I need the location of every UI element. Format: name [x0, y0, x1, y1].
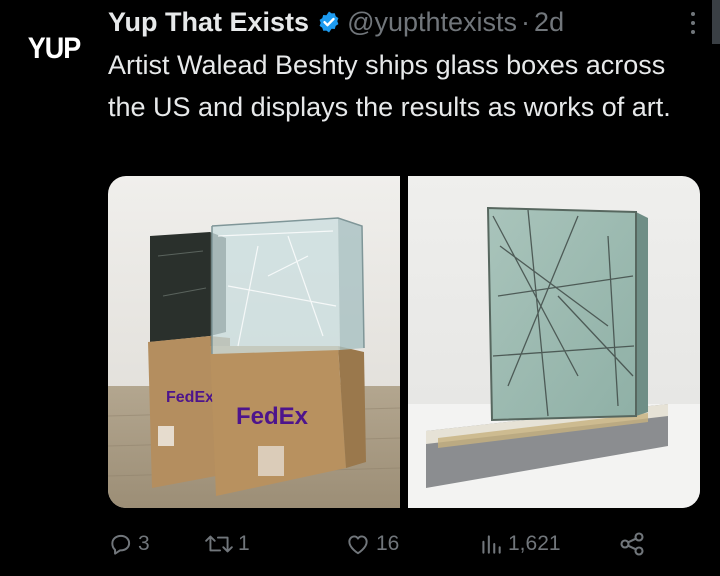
- left-box-fedex-label: FedEx: [166, 389, 214, 406]
- avatar[interactable]: YUP: [18, 15, 90, 81]
- retweet-button[interactable]: 1: [204, 531, 344, 557]
- separator-dot: ·: [521, 6, 531, 37]
- author-handle[interactable]: @yupthtexists: [347, 7, 517, 38]
- views-icon: [482, 535, 501, 554]
- like-count: 16: [376, 532, 400, 555]
- tweet-text: Artist Walead Beshty ships glass boxes a…: [108, 50, 671, 122]
- tweet-media[interactable]: FedEx FedEx: [108, 176, 700, 508]
- like-button[interactable]: 16: [344, 531, 478, 557]
- front-box-fedex-label: FedEx: [236, 403, 309, 430]
- views-button[interactable]: 1,621: [478, 531, 618, 557]
- reply-icon: [111, 534, 131, 555]
- author-name[interactable]: Yup That Exists: [108, 7, 309, 38]
- retweet-count: 1: [238, 532, 250, 555]
- tweet-age[interactable]: 2d: [534, 7, 564, 38]
- share-icon: [620, 532, 644, 556]
- verified-badge-icon: [317, 10, 341, 34]
- like-icon: [348, 535, 368, 555]
- more-icon[interactable]: [680, 8, 706, 38]
- left-photo: FedEx FedEx: [108, 176, 401, 508]
- tweet-actions: 3 1 16 1,621: [108, 526, 688, 562]
- retweet-icon: [205, 535, 233, 553]
- views-count: 1,621: [508, 532, 561, 555]
- scroll-edge: [712, 0, 720, 44]
- reply-count: 3: [138, 532, 150, 555]
- share-button[interactable]: [618, 530, 646, 558]
- tweet-header: Yup That Exists @yupthtexists · 2d: [108, 4, 680, 40]
- right-photo: [408, 176, 700, 508]
- reply-button[interactable]: 3: [108, 531, 204, 557]
